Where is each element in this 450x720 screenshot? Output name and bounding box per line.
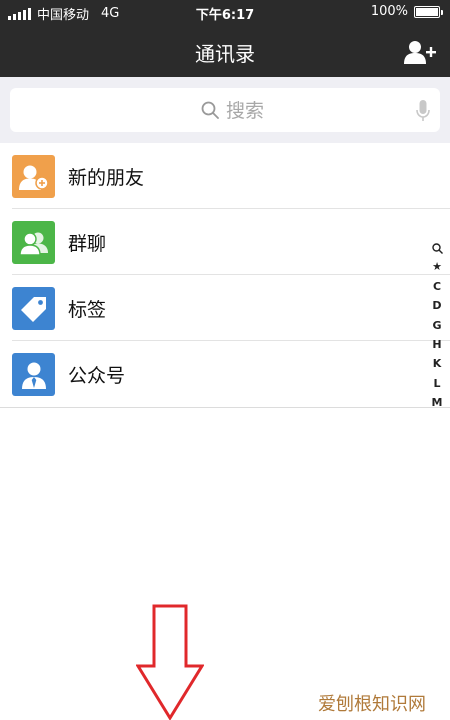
- group-chat-icon: [12, 221, 55, 264]
- list-item-label: 新的朋友: [68, 167, 145, 189]
- index-search-icon[interactable]: [430, 238, 444, 257]
- search-icon: [201, 101, 219, 119]
- list-bottom-border: [0, 407, 450, 408]
- list-item-label: 群聊: [68, 233, 107, 255]
- search-input[interactable]: [224, 96, 388, 126]
- add-contact-icon[interactable]: [404, 40, 436, 64]
- index-letter[interactable]: ★: [430, 257, 444, 276]
- index-letter[interactable]: M: [430, 393, 444, 412]
- search-area: [0, 77, 450, 143]
- annotation-arrow-icon: [136, 604, 204, 720]
- list-item-tags[interactable]: 标签: [0, 275, 450, 341]
- status-bar-right: 100%: [370, 4, 443, 19]
- index-letter[interactable]: K: [430, 354, 444, 373]
- index-letter[interactable]: L: [430, 374, 444, 393]
- list-item-label: 标签: [68, 299, 107, 321]
- index-letter[interactable]: C: [430, 277, 444, 296]
- microphone-icon[interactable]: [416, 100, 430, 122]
- list-item-label: 公众号: [68, 365, 126, 387]
- list-item-new-friends[interactable]: 新的朋友: [0, 143, 450, 209]
- battery-icon: [414, 5, 443, 18]
- tag-icon: [12, 287, 55, 330]
- index-letter[interactable]: D: [430, 296, 444, 315]
- battery-percent: 100%: [370, 4, 408, 19]
- index-letter[interactable]: G: [430, 316, 444, 335]
- list-item-group-chats[interactable]: 群聊: [0, 209, 450, 275]
- page-title: 通讯录: [195, 42, 255, 66]
- search-box[interactable]: [10, 88, 440, 132]
- alphabet-index-bar[interactable]: ★ C D G H K L M: [430, 238, 444, 413]
- watermark: 爱刨根知识网: [318, 694, 426, 715]
- index-letter[interactable]: H: [430, 335, 444, 354]
- new-friend-icon: [12, 155, 55, 198]
- contacts-menu-list: 新的朋友 群聊 标签 公众号: [0, 143, 450, 408]
- official-account-icon: [12, 353, 55, 396]
- list-item-official-accounts[interactable]: 公众号: [0, 341, 450, 407]
- status-bar: 中国移动 4G 下午6:17 100%: [0, 0, 450, 24]
- nav-bar: 通讯录: [0, 24, 450, 77]
